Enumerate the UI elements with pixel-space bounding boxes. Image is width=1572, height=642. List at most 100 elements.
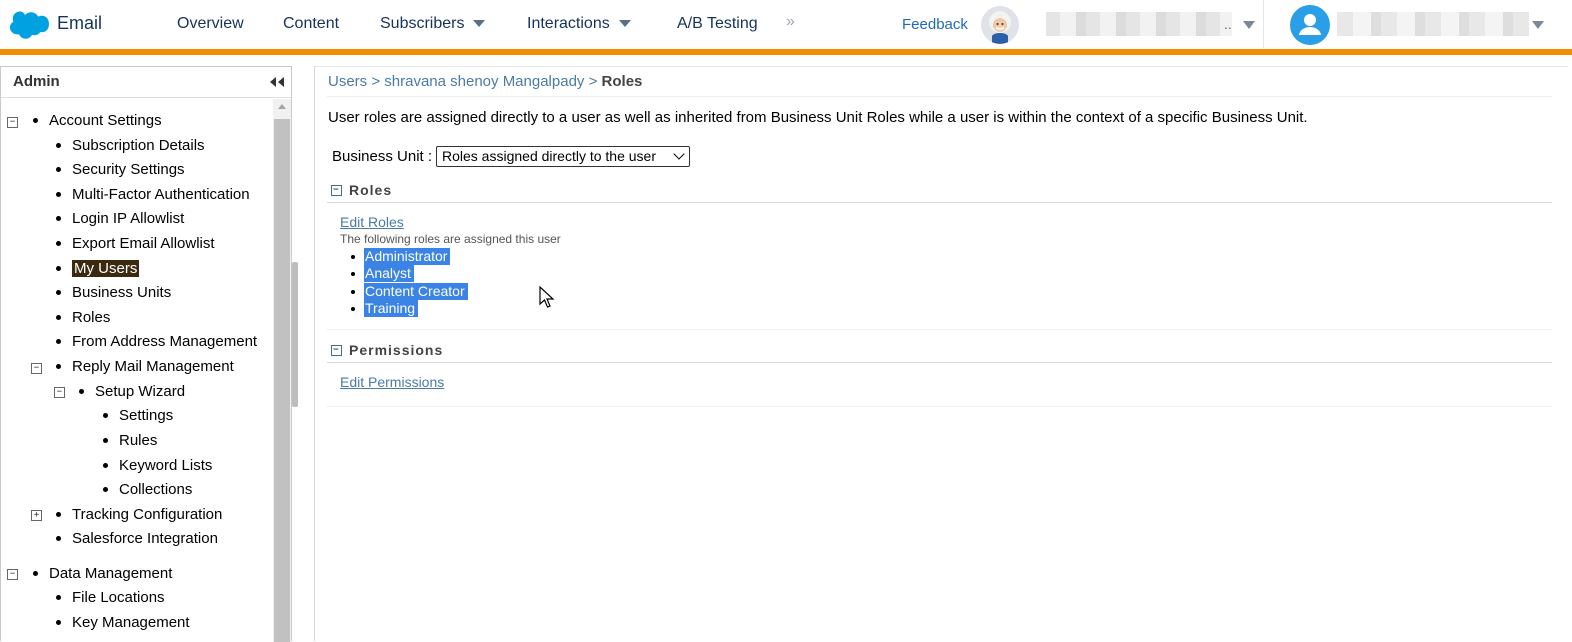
breadcrumb-current: Roles	[601, 73, 643, 90]
breadcrumb-user-link[interactable]: shravana shenoy Mangalpady	[384, 73, 584, 90]
einstein-avatar-icon[interactable]	[981, 6, 1019, 44]
chevron-down-icon[interactable]	[473, 20, 486, 28]
sidebar-item-label: Data Management	[49, 565, 173, 582]
edit-permissions-link[interactable]: Edit Permissions	[340, 374, 444, 390]
sidebar-item-label: Login IP Allowlist	[72, 210, 185, 227]
collapse-toggle-icon[interactable]: −	[7, 569, 18, 580]
nav-subscribers[interactable]: Subscribers	[380, 15, 486, 33]
sidebar-item-login-ip-allowlist[interactable]: Login IP Allowlist	[56, 210, 184, 227]
scrollbar-thumb[interactable]	[274, 119, 290, 642]
nav-overview-label: Overview	[177, 15, 244, 32]
divider	[327, 329, 1552, 330]
sidebar-item-collections[interactable]: Collections	[103, 481, 192, 498]
sidebar-item-label: Multi-Factor Authentication	[72, 186, 250, 203]
pane-splitter-handle[interactable]	[292, 262, 298, 407]
bullet-icon	[56, 191, 61, 197]
collapse-toggle-icon[interactable]: −	[31, 363, 42, 374]
bullet-icon	[56, 289, 61, 295]
sidebar-item-keyword-lists[interactable]: Keyword Lists	[103, 457, 212, 474]
sidebar-item-subscription-details[interactable]: Subscription Details	[56, 137, 205, 154]
chevron-down-icon[interactable]	[1243, 21, 1255, 29]
sidebar-item-label: Setup Wizard	[95, 383, 186, 400]
bullet-icon	[56, 314, 61, 320]
sidebar-item-data-management[interactable]: Data Management	[33, 565, 172, 582]
sidebar-title: Admin	[13, 73, 60, 90]
bullet-icon	[56, 535, 61, 541]
sidebar-item-label: Key Management	[72, 614, 190, 631]
app-name[interactable]: Email	[57, 13, 102, 34]
sidebar-item-label: My Users	[72, 260, 140, 277]
bullet-icon	[33, 117, 38, 123]
scroll-up-icon[interactable]	[278, 104, 286, 109]
sidebar-item-label: Export Email Allowlist	[72, 235, 215, 252]
bullet-icon	[56, 338, 61, 344]
sidebar-item-roles[interactable]: Roles	[56, 309, 110, 326]
role-name: Content Creator	[364, 282, 468, 300]
sidebar-item-tracking-configuration[interactable]: Tracking Configuration	[56, 506, 222, 523]
collapse-section-icon[interactable]: −	[331, 184, 342, 196]
account-switcher-blurred[interactable]	[1046, 12, 1232, 36]
divider	[1263, 0, 1264, 48]
feedback-link[interactable]: Feedback	[902, 16, 968, 33]
business-unit-selected-value: Roles assigned directly to the user	[442, 148, 656, 164]
roles-note: The following roles are assigned this us…	[340, 232, 561, 246]
nav-overview[interactable]: Overview	[177, 15, 244, 33]
breadcrumb: Users > shravana shenoy Mangalpady > Rol…	[328, 73, 642, 90]
sidebar-item-settings[interactable]: Settings	[103, 407, 173, 424]
nav-interactions[interactable]: Interactions	[527, 15, 631, 33]
roles-description: User roles are assigned directly to a us…	[328, 109, 1308, 126]
more-nav-icon[interactable]: »	[786, 13, 795, 31]
bullet-icon	[103, 462, 108, 468]
sidebar-item-reply-mail-management[interactable]: Reply Mail Management	[56, 358, 234, 375]
nav-ab-testing[interactable]: A/B Testing	[677, 15, 758, 33]
collapse-sidebar-icon[interactable]	[269, 76, 285, 88]
collapse-toggle-icon[interactable]: −	[7, 117, 18, 128]
bullet-icon	[56, 594, 61, 600]
divider	[327, 202, 1552, 203]
sidebar-item-key-management[interactable]: Key Management	[56, 614, 190, 631]
sidebar-item-my-users[interactable]: My Users	[56, 260, 140, 277]
breadcrumb-separator: >	[588, 73, 598, 90]
sidebar-item-account-settings[interactable]: Account Settings	[33, 112, 162, 129]
collapse-section-icon[interactable]: −	[331, 344, 342, 356]
divider	[327, 362, 1552, 363]
sidebar-item-security-settings[interactable]: Security Settings	[56, 161, 185, 178]
nav-content[interactable]: Content	[283, 15, 339, 33]
sidebar-item-label: Business Units	[72, 284, 172, 301]
breadcrumb-users-link[interactable]: Users	[328, 73, 367, 90]
sidebar-item-business-units[interactable]: Business Units	[56, 284, 171, 301]
sidebar-item-mfa[interactable]: Multi-Factor Authentication	[56, 186, 250, 203]
sidebar-item-salesforce-integration[interactable]: Salesforce Integration	[56, 530, 218, 547]
main-content: Users > shravana shenoy Mangalpady > Rol…	[314, 66, 1568, 641]
expand-toggle-icon[interactable]: +	[31, 510, 42, 521]
sidebar-item-label: File Locations	[72, 589, 165, 606]
sidebar-item-rules[interactable]: Rules	[103, 432, 157, 449]
user-avatar-icon[interactable]	[1290, 5, 1330, 45]
roles-section-header[interactable]: − Roles	[331, 182, 392, 198]
chevron-down-icon[interactable]	[618, 20, 631, 28]
bullet-icon	[351, 255, 355, 259]
salesforce-cloud-logo[interactable]	[8, 11, 49, 40]
sidebar-scrollbar[interactable]	[273, 99, 291, 642]
bullet-icon	[56, 265, 61, 271]
bullet-icon	[33, 570, 38, 576]
permissions-section-header[interactable]: − Permissions	[331, 342, 443, 358]
sidebar-item-file-locations[interactable]: File Locations	[56, 589, 165, 606]
business-unit-select[interactable]: Roles assigned directly to the user	[436, 146, 690, 167]
mouse-pointer-icon	[539, 286, 555, 308]
edit-roles-link[interactable]: Edit Roles	[340, 214, 404, 230]
divider	[327, 96, 1552, 97]
collapse-toggle-icon[interactable]: −	[54, 387, 65, 398]
sidebar-item-from-address-management[interactable]: From Address Management	[56, 333, 257, 350]
sidebar-item-label: Reply Mail Management	[72, 358, 234, 375]
roles-section-title: Roles	[349, 182, 393, 198]
bullet-icon	[103, 437, 108, 443]
sidebar-item-export-email-allowlist[interactable]: Export Email Allowlist	[56, 235, 215, 252]
bullet-icon	[56, 363, 61, 369]
sidebar-item-setup-wizard[interactable]: Setup Wizard	[79, 383, 185, 400]
bullet-icon	[56, 619, 61, 625]
role-name: Administrator	[364, 248, 451, 265]
chevron-down-icon[interactable]	[1532, 21, 1544, 29]
user-name-blurred[interactable]	[1337, 12, 1529, 36]
nav-content-label: Content	[283, 15, 340, 32]
